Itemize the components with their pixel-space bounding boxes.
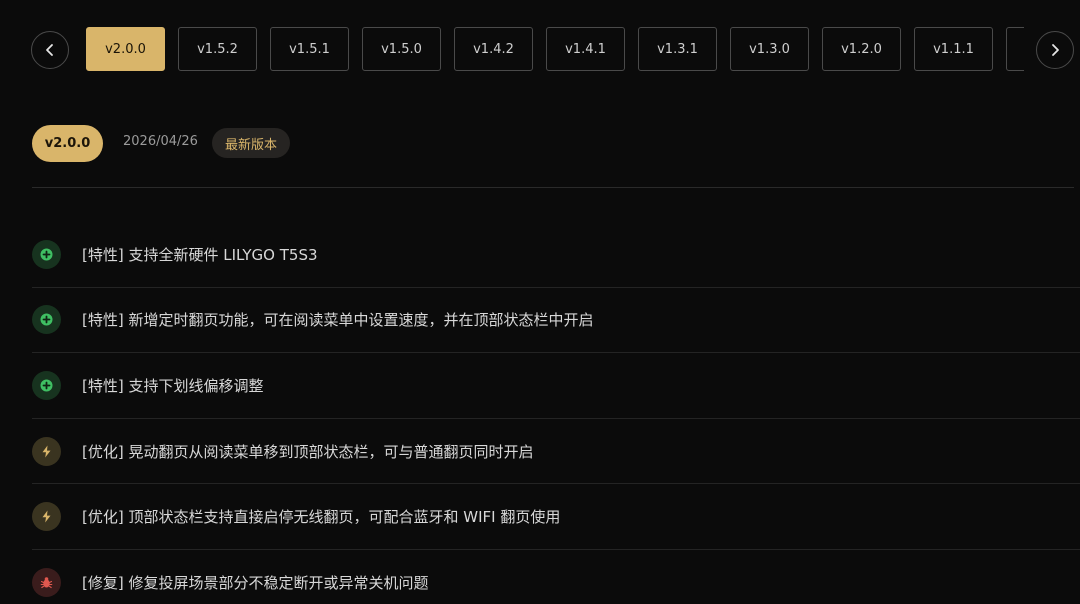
plus-circle-icon	[32, 370, 61, 400]
version-tab[interactable]: v1.2.0	[822, 27, 901, 71]
chevron-left-icon	[46, 44, 53, 56]
changelog-item: [优化] 顶部状态栏支持直接启停无线翻页，可配合蓝牙和 WIFI 翻页使用	[32, 484, 1080, 550]
release-date: 2026/04/26	[123, 134, 198, 149]
changelog-item: [修复] 修复投屏场景部分不稳定断开或异常关机问题	[32, 550, 1080, 604]
lightning-icon	[32, 502, 61, 532]
version-tab[interactable]: v1.5.1	[270, 27, 349, 71]
release-version-badge: v2.0.0	[32, 125, 103, 162]
bug-icon	[32, 568, 61, 598]
changelog-item-text: [修复] 修复投屏场景部分不稳定断开或异常关机问题	[82, 574, 429, 593]
version-tab[interactable]: v1.4.2	[454, 27, 533, 71]
version-tab[interactable]: v1.3.1	[638, 27, 717, 71]
changelog-item: [特性] 支持全新硬件 LILYGO T5S3	[32, 222, 1080, 288]
changelog-item: [优化] 晃动翻页从阅读菜单移到顶部状态栏，可与普通翻页同时开启	[32, 419, 1080, 485]
changelog-item-text: [特性] 新增定时翻页功能，可在阅读菜单中设置速度，并在顶部状态栏中开启	[82, 311, 594, 330]
version-tab[interactable]: v2.0.0	[86, 27, 165, 71]
changelog-item-text: [特性] 支持全新硬件 LILYGO T5S3	[82, 245, 318, 264]
next-versions-button[interactable]	[1036, 31, 1074, 69]
changelog-item: [特性] 支持下划线偏移调整	[32, 353, 1080, 419]
version-tabs: v2.0.0 v1.5.2 v1.5.1 v1.5.0 v1.4.2 v1.4.1 v1.3…	[86, 27, 1024, 71]
version-tab[interactable]: v1.3.0	[730, 27, 809, 71]
version-tab[interactable]	[1006, 27, 1024, 71]
version-tab[interactable]: v1.4.1	[546, 27, 625, 71]
lightning-icon	[32, 436, 61, 466]
changelog-item: [特性] 新增定时翻页功能，可在阅读菜单中设置速度，并在顶部状态栏中开启	[32, 288, 1080, 354]
changelog-item-text: [特性] 支持下划线偏移调整	[82, 376, 264, 395]
changelog-page: v2.0.0 v1.5.2 v1.5.1 v1.5.0 v1.4.2 v1.4.1 v1.3…	[0, 0, 1080, 604]
changelog-item-text: [优化] 晃动翻页从阅读菜单移到顶部状态栏，可与普通翻页同时开启	[82, 442, 534, 461]
plus-circle-icon	[32, 305, 61, 335]
version-tabs-track: v2.0.0 v1.5.2 v1.5.1 v1.5.0 v1.4.2 v1.4.1 v1.3…	[86, 27, 1024, 71]
version-tab[interactable]: v1.5.2	[178, 27, 257, 71]
latest-version-badge: 最新版本	[212, 128, 291, 158]
changelog-list: [特性] 支持全新硬件 LILYGO T5S3 [特性] 新增定时翻页功能，可在阅…	[32, 222, 1080, 604]
version-tab[interactable]: v1.1.1	[914, 27, 993, 71]
prev-versions-button[interactable]	[31, 31, 69, 69]
changelog-item-text: [优化] 顶部状态栏支持直接启停无线翻页，可配合蓝牙和 WIFI 翻页使用	[82, 508, 561, 527]
version-tab[interactable]: v1.5.0	[362, 27, 441, 71]
header-divider	[32, 187, 1074, 188]
chevron-right-icon	[1052, 44, 1059, 56]
plus-circle-icon	[32, 239, 61, 269]
